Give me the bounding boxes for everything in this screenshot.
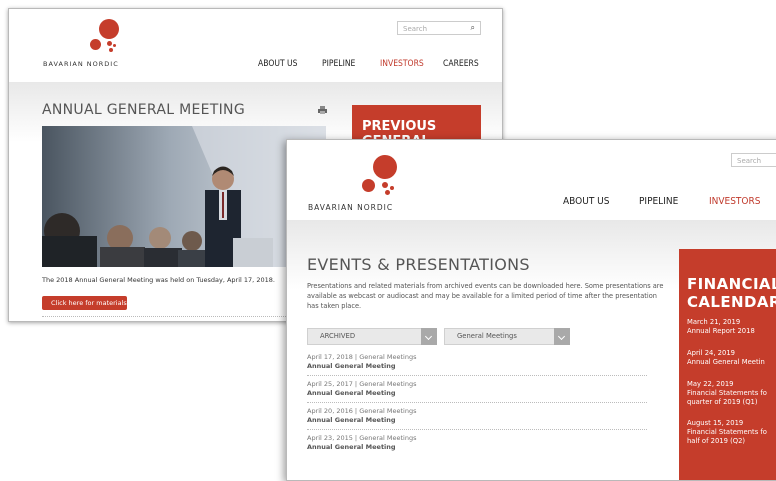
search-icon[interactable]: ⌕ bbox=[471, 23, 475, 33]
calendar-date: August 15, 2019 bbox=[687, 419, 744, 427]
calendar-item[interactable]: August 15, 2019 Financial Statements fo … bbox=[687, 419, 767, 446]
event-meta: April 23, 2015 | General Meetings bbox=[307, 434, 417, 442]
calendar-label-2: quarter of 2019 (Q1) bbox=[687, 398, 758, 406]
event-item[interactable]: April 25, 2017 | General Meetings Annual… bbox=[307, 380, 647, 403]
status-dropdown[interactable]: ARCHIVED bbox=[307, 328, 437, 345]
calendar-date: April 24, 2019 bbox=[687, 349, 735, 357]
search-input[interactable]: Search bbox=[731, 153, 776, 167]
event-name[interactable]: Annual General Meeting bbox=[307, 443, 647, 452]
event-item[interactable]: April 17, 2018 | General Meetings Annual… bbox=[307, 353, 647, 376]
calendar-item[interactable]: May 22, 2019 Financial Statements fo qua… bbox=[687, 380, 767, 407]
event-meta: April 17, 2018 | General Meetings bbox=[307, 353, 417, 361]
nav-about-us[interactable]: ABOUT US bbox=[258, 59, 298, 69]
calendar-date: May 22, 2019 bbox=[687, 380, 734, 388]
divider bbox=[307, 402, 647, 403]
category-dropdown[interactable]: General Meetings bbox=[444, 328, 570, 345]
calendar-label: Financial Statements fo bbox=[687, 428, 767, 436]
page-title: EVENTS & PRESENTATIONS bbox=[307, 255, 530, 274]
chevron-down-icon[interactable] bbox=[554, 328, 570, 345]
calendar-label-2: half of 2019 (Q2) bbox=[687, 437, 746, 445]
nav-careers[interactable]: CAREERS bbox=[443, 59, 479, 69]
calendar-date: March 21, 2019 bbox=[687, 318, 741, 326]
main-nav: ABOUT US PIPELINE INVESTORS bbox=[287, 196, 776, 212]
event-meta: April 20, 2016 | General Meetings bbox=[307, 407, 417, 415]
event-name[interactable]: Annual General Meeting bbox=[307, 389, 647, 398]
meeting-caption: The 2018 Annual General Meeting was held… bbox=[42, 276, 275, 284]
event-meta: April 25, 2017 | General Meetings bbox=[307, 380, 417, 388]
nav-pipeline[interactable]: PIPELINE bbox=[322, 59, 355, 69]
nav-pipeline[interactable]: PIPELINE bbox=[639, 196, 678, 207]
print-icon[interactable] bbox=[318, 106, 327, 114]
event-name[interactable]: Annual General Meeting bbox=[307, 416, 647, 425]
event-name[interactable]: Annual General Meeting bbox=[307, 362, 647, 371]
nav-investors[interactable]: INVESTORS bbox=[709, 196, 760, 207]
calendar-title-line1: FINANCIAL bbox=[687, 275, 776, 293]
category-dropdown-value: General Meetings bbox=[457, 332, 517, 340]
nav-about-us[interactable]: ABOUT US bbox=[563, 196, 609, 207]
search-placeholder: Search bbox=[737, 157, 762, 165]
divider bbox=[307, 429, 647, 430]
status-dropdown-value: ARCHIVED bbox=[320, 332, 356, 340]
meeting-photo bbox=[42, 126, 326, 267]
nav-investors[interactable]: INVESTORS bbox=[380, 59, 424, 69]
calendar-label: Annual General Meetin bbox=[687, 358, 765, 366]
main-nav: ABOUT US PIPELINE INVESTORS CAREERS bbox=[9, 59, 502, 73]
intro-text: Presentations and related materials from… bbox=[307, 282, 664, 310]
divider bbox=[307, 375, 647, 376]
search-input[interactable]: Search ⌕ bbox=[397, 21, 481, 35]
page-title: ANNUAL GENERAL MEETING bbox=[42, 102, 245, 118]
panel-title-line1: PREVIOUS bbox=[362, 119, 437, 134]
materials-button[interactable]: Click here for materials bbox=[42, 296, 127, 310]
divider bbox=[42, 316, 326, 317]
calendar-label: Financial Statements fo bbox=[687, 389, 767, 397]
calendar-title-line2: CALENDAR bbox=[687, 293, 776, 311]
events-presentations-window: BAVARIAN NORDIC Search ABOUT US PIPELINE… bbox=[286, 139, 776, 481]
financial-calendar-panel: FINANCIAL CALENDAR March 21, 2019 Annual … bbox=[679, 249, 776, 480]
calendar-item[interactable]: March 21, 2019 Annual Report 2018 bbox=[687, 318, 755, 336]
chevron-down-icon[interactable] bbox=[421, 328, 437, 345]
event-item[interactable]: April 23, 2015 | General Meetings Annual… bbox=[307, 434, 647, 452]
search-placeholder: Search bbox=[403, 25, 428, 33]
calendar-label: Annual Report 2018 bbox=[687, 327, 755, 335]
event-item[interactable]: April 20, 2016 | General Meetings Annual… bbox=[307, 407, 647, 430]
materials-button-label: Click here for materials bbox=[51, 299, 127, 307]
calendar-item[interactable]: April 24, 2019 Annual General Meetin bbox=[687, 349, 765, 367]
